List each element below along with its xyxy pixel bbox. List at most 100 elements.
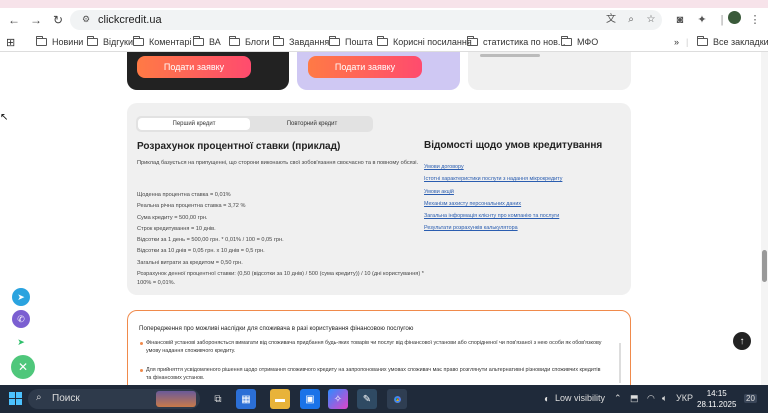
page-scrollbar[interactable] — [761, 52, 768, 385]
camera-icon[interactable]: ◙ — [671, 11, 689, 29]
separator: | — [686, 37, 689, 47]
calculator-panel: Перший кредит Повторний кредит Розрахуно… — [127, 103, 631, 295]
volume-icon[interactable]: 🔈︎ — [662, 393, 667, 404]
bookmark-blogs[interactable]: Блоги — [229, 35, 269, 49]
tray-chevron-icon[interactable]: ⌃ — [614, 393, 622, 404]
bookmark-reviews[interactable]: Відгуки — [87, 35, 133, 49]
calendar-icon[interactable]: ▣ — [300, 389, 320, 409]
tab-repeat-loan[interactable]: Повторний кредит — [255, 118, 369, 130]
url-text: clickcredit.ua — [98, 14, 162, 26]
warning-scrollbar[interactable] — [619, 343, 621, 383]
warning-title: Попередження про можливі наслідки для сп… — [139, 325, 414, 332]
store-icon[interactable]: ▦ — [236, 389, 256, 409]
folder-icon — [133, 36, 144, 46]
apply-button[interactable]: Подати заявку — [137, 56, 251, 78]
calc-lines: Щоденна процентна ставка = 0,01% Реальна… — [137, 190, 437, 288]
link-company-info[interactable]: Загальна інформація клієнту про компанію… — [424, 210, 624, 222]
viber-icon[interactable]: ✆ — [12, 310, 30, 328]
search-highlight-image — [156, 391, 196, 407]
zoom-icon[interactable]: ⌕ — [624, 13, 638, 27]
calc-intro: Приклад базується на припущенні, що стор… — [137, 160, 419, 166]
bookmark-va[interactable]: ВА — [193, 35, 221, 49]
page-content: Подати заявку Подати заявку Перший креди… — [0, 52, 768, 385]
taskbar: ⌕ Поиск ⧉ ▦ ▬ ▣ ✧ ✎ ◐ Low visibility ⌃ ⬒… — [0, 385, 768, 413]
wifi-icon[interactable]: ◠ — [647, 393, 655, 404]
info-title: Відомості щодо умов кредитування — [424, 140, 603, 151]
windows-start-icon[interactable] — [9, 392, 22, 405]
avatar[interactable] — [725, 11, 743, 29]
calc-line: Розрахунок денної процентної ставки: (0,… — [137, 271, 424, 287]
folder-icon — [329, 36, 340, 46]
back-icon[interactable]: ← — [5, 11, 23, 29]
offer-card: Подати заявку — [127, 52, 289, 90]
bookmark-mfo[interactable]: МФО — [561, 35, 598, 49]
tab-first-loan[interactable]: Перший кредит — [138, 118, 250, 130]
bookmark-statistics[interactable]: статистика по нов... — [467, 35, 565, 49]
translate-icon[interactable]: 文 — [604, 13, 618, 27]
link-promo-terms[interactable]: Умови акцій — [424, 186, 624, 198]
scroll-up-icon[interactable]: ↑ — [733, 332, 751, 350]
calc-line: Строк кредитування = 10 днів. — [137, 225, 216, 232]
link-data-protection[interactable]: Механізм захисту персональних даних — [424, 198, 624, 210]
browser-toolbar: ← → ↻ ⚙ clickcredit.ua 文 ⌕ ☆ ◙ ✦ | ⋮ — [0, 8, 768, 32]
task-view-icon[interactable]: ⧉ — [208, 389, 228, 409]
offer-card: Подати заявку — [297, 52, 460, 90]
loan-type-tabs: Перший кредит Повторний кредит — [136, 116, 373, 132]
taskbar-search[interactable]: ⌕ Поиск — [28, 389, 200, 409]
calc-line: Сума кредиту = 500,00 грн. — [137, 214, 208, 221]
menu-icon[interactable]: ⋮ — [746, 11, 764, 29]
folder-icon — [87, 36, 98, 46]
folder-icon — [229, 36, 240, 46]
close-icon[interactable]: ✕ — [11, 355, 35, 379]
calc-line: Відсотки за 10 днів = 0,05 грн. x 10 дні… — [137, 248, 265, 255]
bookmark-mail[interactable]: Пошта — [329, 35, 373, 49]
address-bar[interactable]: ⚙ clickcredit.ua 文 ⌕ ☆ — [70, 10, 662, 30]
link-contract-terms[interactable]: Умови договору — [424, 161, 624, 173]
info-links: Умови договору Істотні характеристики по… — [424, 161, 624, 235]
telegram-icon[interactable]: ➤ — [12, 288, 30, 306]
extensions-icon[interactable]: ✦ — [693, 11, 711, 29]
calc-title: Розрахунок процентної ставки (приклад) — [137, 141, 341, 152]
more-bookmarks-icon[interactable]: » — [674, 35, 679, 49]
calc-line: Відсотки за 1 день = 500,00 грн. * 0,01%… — [137, 237, 284, 244]
apply-button[interactable]: Подати заявку — [308, 56, 422, 78]
calc-line: Реальна річна процентна ставка = 3,72 % — [137, 203, 246, 210]
send-icon[interactable]: ➤ — [12, 333, 30, 351]
calc-line: Загальні витрати за кредитом = 0,50 грн. — [137, 259, 243, 266]
link-service-characteristics[interactable]: Істотні характеристики послуги з надання… — [424, 173, 624, 185]
language-indicator[interactable]: УКР — [676, 393, 693, 403]
clock-date: 28.11.2025 — [697, 400, 737, 409]
bookmarks-bar: ⊞ Новини Відгуки Коментарі ВА Блоги Завд… — [0, 32, 768, 52]
bookmark-news[interactable]: Новини — [36, 35, 83, 49]
folder-icon — [273, 36, 284, 46]
copilot-icon[interactable]: ✧ — [328, 389, 348, 409]
all-bookmarks[interactable]: Все закладки — [697, 35, 768, 49]
warning-panel: Попередження про можливі наслідки для сп… — [127, 310, 631, 385]
notes-icon[interactable]: ✎ — [357, 389, 377, 409]
clock[interactable]: 14:15 28.11.2025 — [697, 388, 736, 410]
notification-badge[interactable]: 20 — [744, 394, 757, 403]
offer-card — [468, 52, 631, 90]
file-explorer-icon[interactable]: ▬ — [270, 389, 290, 409]
scrollbar-thumb[interactable] — [762, 250, 767, 282]
link-calculator-results[interactable]: Результати розрахунків калькулятора — [424, 222, 624, 234]
folder-icon — [467, 36, 478, 46]
mouse-cursor-icon: ↖ — [0, 112, 9, 123]
bookmark-useful-links[interactable]: Корисні посилання — [377, 35, 472, 49]
bookmark-star-icon[interactable]: ☆ — [644, 13, 658, 27]
calc-line: Щоденна процентна ставка = 0,01% — [137, 192, 231, 198]
folder-icon — [561, 36, 572, 46]
folder-icon — [377, 36, 388, 46]
tray-app-icon[interactable]: ⬒ — [630, 393, 639, 404]
clock-time: 14:15 — [706, 389, 727, 398]
apps-icon[interactable]: ⊞ — [6, 35, 15, 49]
low-visibility-icon[interactable]: ◐ — [537, 389, 557, 409]
bookmark-comments[interactable]: Коментарі — [133, 35, 191, 49]
warning-item: Фінансовій установі забороняється вимага… — [140, 339, 606, 355]
forward-icon[interactable]: → — [27, 11, 45, 29]
site-info-icon[interactable]: ⚙ — [82, 14, 92, 24]
chrome-icon[interactable] — [387, 389, 407, 409]
low-visibility-label[interactable]: Low visibility — [555, 393, 605, 403]
bookmark-tasks[interactable]: Завдання — [273, 35, 329, 49]
reload-icon[interactable]: ↻ — [49, 11, 67, 29]
